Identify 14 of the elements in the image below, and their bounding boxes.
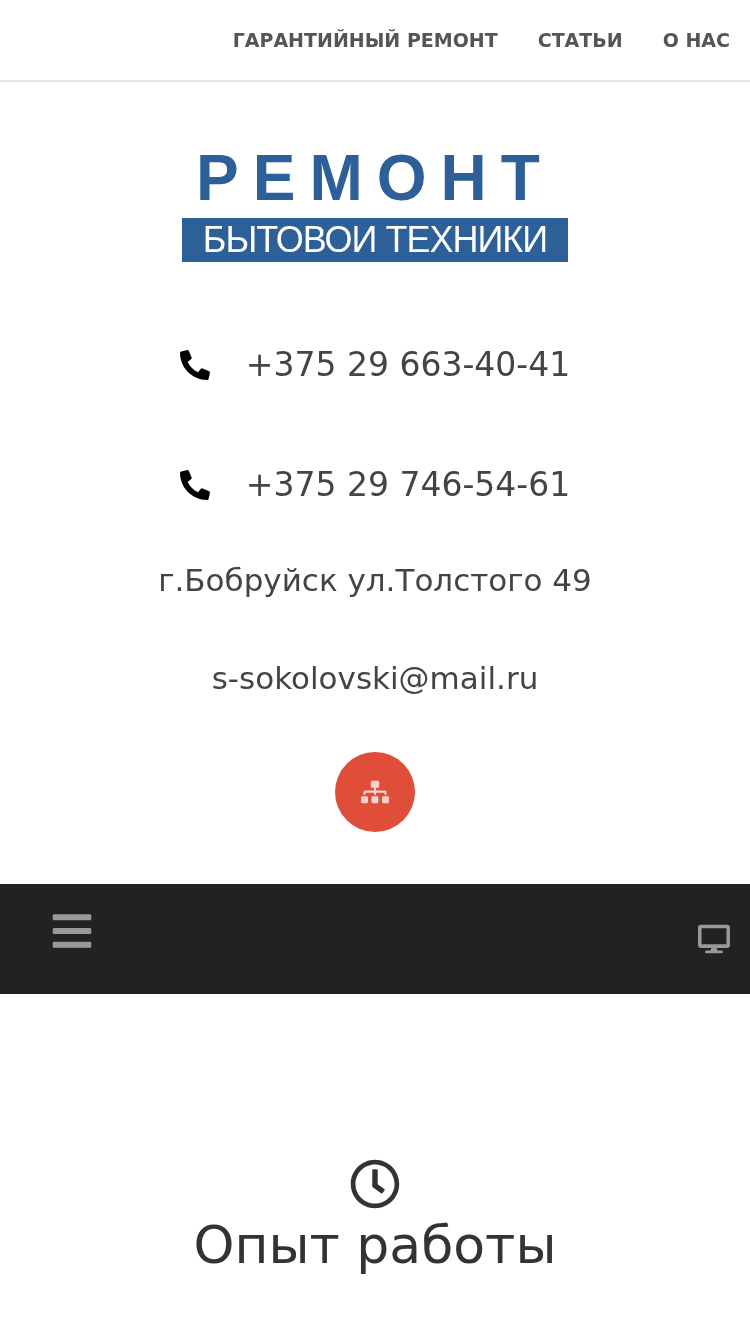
- phone-icon: [179, 470, 210, 500]
- phone-icon: [179, 350, 210, 380]
- sitemap-icon: [361, 778, 389, 806]
- email: s-sokolovski@mail.ru: [211, 659, 539, 698]
- desktop-icon[interactable]: [698, 923, 730, 955]
- logo[interactable]: РЕМОНТ БЫТОВОИ ТЕХНИКИ: [182, 144, 568, 262]
- phone-number: +375 29 746-54-61: [245, 464, 571, 506]
- section-heading: Опыт работы: [193, 1214, 557, 1277]
- nav-link[interactable]: СТАТЬИ: [537, 25, 623, 55]
- phone-number: +375 29 663-40-41: [245, 344, 571, 386]
- nav-link[interactable]: О НАС: [662, 25, 730, 55]
- address: г.Бобруйск ул.Толстого 49: [158, 561, 592, 600]
- clock-icon: [350, 1159, 400, 1209]
- nav-link[interactable]: ГАРАНТИЙНЫЙ РЕМОНТ: [232, 25, 498, 55]
